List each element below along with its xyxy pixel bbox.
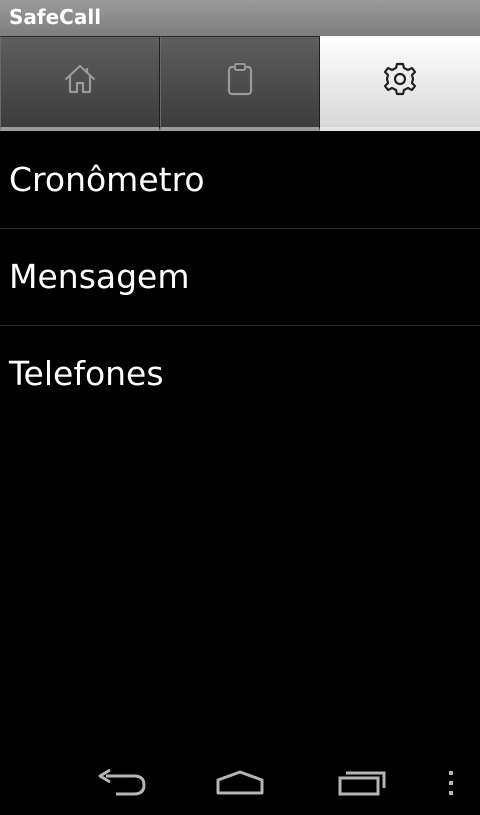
overflow-menu-icon xyxy=(446,768,456,802)
home-nav-button[interactable] xyxy=(208,765,272,805)
system-nav-bar xyxy=(0,755,480,815)
menu-item-mensagem[interactable]: Mensagem xyxy=(0,229,480,326)
tab-settings[interactable] xyxy=(320,36,480,131)
title-bar: SafeCall xyxy=(0,0,480,36)
tab-bar xyxy=(0,36,480,131)
clipboard-icon xyxy=(220,59,260,99)
app-screen: SafeCall Cronômetro Mensagem Telefones xyxy=(0,0,480,815)
menu-item-cronometro[interactable]: Cronômetro xyxy=(0,132,480,229)
tab-home[interactable] xyxy=(0,36,160,131)
menu-item-label: Telefones xyxy=(9,354,164,393)
settings-menu: Cronômetro Mensagem Telefones xyxy=(0,132,480,423)
back-icon xyxy=(90,766,150,804)
overflow-menu-button[interactable] xyxy=(436,765,466,805)
home-nav-icon xyxy=(210,766,270,804)
home-icon xyxy=(60,59,100,99)
tab-clipboard[interactable] xyxy=(160,36,320,131)
recent-apps-icon xyxy=(332,766,392,804)
menu-item-telefones[interactable]: Telefones xyxy=(0,326,480,423)
app-title: SafeCall xyxy=(9,5,102,29)
gear-icon xyxy=(380,59,420,99)
menu-item-label: Cronômetro xyxy=(9,160,205,199)
menu-item-label: Mensagem xyxy=(9,257,190,296)
recent-apps-button[interactable] xyxy=(330,765,394,805)
back-button[interactable] xyxy=(88,765,152,805)
